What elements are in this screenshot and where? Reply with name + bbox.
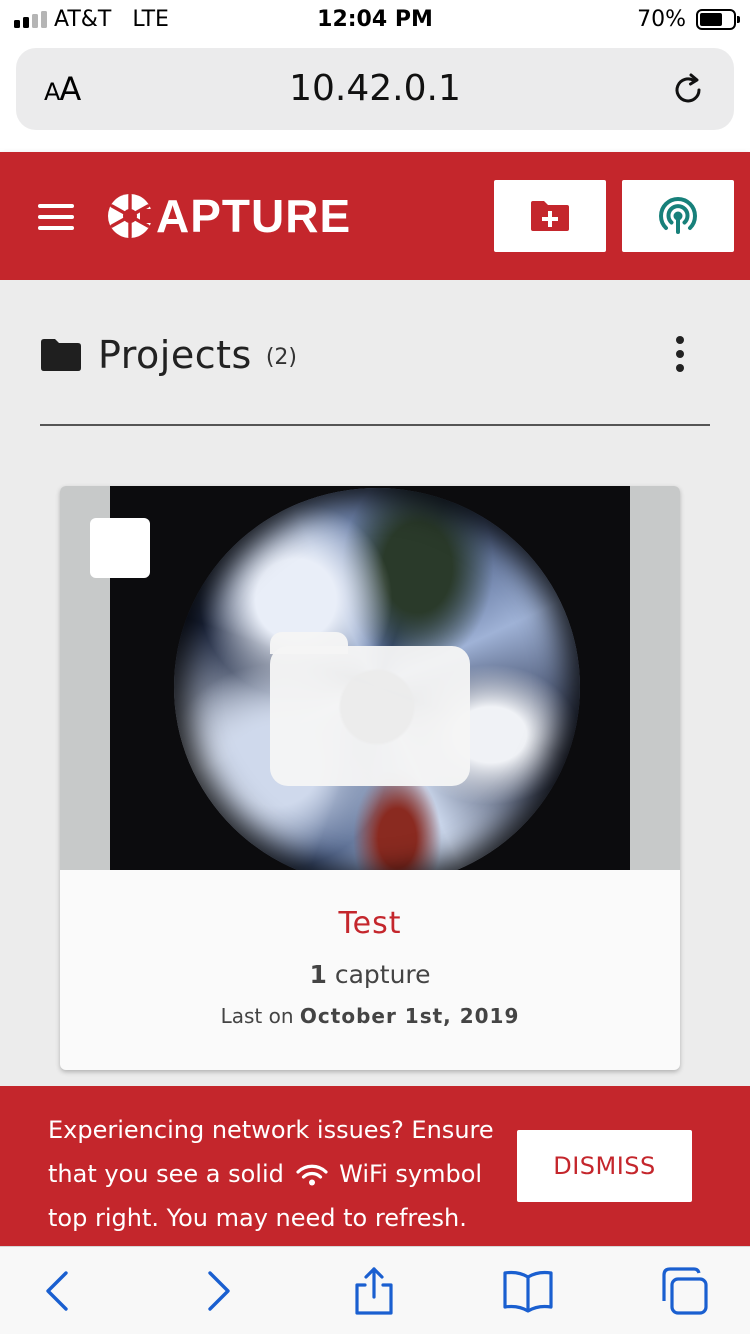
browser-toolbar xyxy=(0,1246,750,1334)
share-icon[interactable] xyxy=(348,1265,400,1317)
bookmarks-icon[interactable] xyxy=(502,1265,554,1317)
project-name[interactable]: Test xyxy=(60,906,680,941)
project-card[interactable]: Test 1 capture Last on October 1st, 2019 xyxy=(60,486,680,1070)
status-bar: AT&T LTE 12:04 PM 70% xyxy=(0,0,750,40)
folder-plus-icon xyxy=(531,201,569,231)
projects-heading: Projects (2) xyxy=(40,330,297,380)
divider xyxy=(40,424,710,426)
wifi-icon xyxy=(295,1164,328,1186)
forward-icon[interactable] xyxy=(192,1265,244,1317)
capture-logo[interactable]: APTURE xyxy=(106,190,351,242)
wifi-signal-icon xyxy=(659,196,697,234)
select-checkbox[interactable] xyxy=(90,518,150,578)
app-header: APTURE xyxy=(0,152,750,280)
battery-level xyxy=(700,13,723,26)
folder-icon xyxy=(41,339,81,371)
url-text[interactable]: 10.42.0.1 xyxy=(16,68,734,109)
connection-status-button[interactable] xyxy=(622,180,734,252)
projects-page: Projects (2) Test 1 capture Last on Octo… xyxy=(0,280,750,1086)
tabs-icon[interactable] xyxy=(658,1265,710,1317)
address-bar[interactable]: AA 10.42.0.1 xyxy=(16,48,734,130)
projects-count: (2) xyxy=(265,344,297,370)
aperture-logo-icon xyxy=(108,193,154,239)
capture-count: 1 capture xyxy=(309,960,431,989)
battery-icon xyxy=(696,9,740,30)
new-project-button[interactable] xyxy=(494,180,606,252)
banner-message: Experiencing network issues? Ensure that… xyxy=(48,1116,494,1232)
dismiss-button[interactable]: DISMISS xyxy=(517,1130,692,1202)
browser-address-area: AA 10.42.0.1 xyxy=(0,40,750,152)
page-title: Projects xyxy=(98,333,252,377)
project-thumbnail[interactable] xyxy=(60,486,680,870)
folder-overlay-icon xyxy=(270,632,470,786)
network-warning-banner: Experiencing network issues? Ensure that… xyxy=(0,1086,750,1246)
last-capture-date: Last on October 1st, 2019 xyxy=(220,1004,520,1028)
battery-percent: 70% xyxy=(637,7,686,32)
more-options-icon[interactable] xyxy=(672,336,688,372)
hamburger-menu-icon[interactable] xyxy=(38,204,74,230)
back-icon[interactable] xyxy=(32,1265,84,1317)
logo-text: APTURE xyxy=(156,190,352,242)
reload-icon[interactable] xyxy=(668,70,708,110)
